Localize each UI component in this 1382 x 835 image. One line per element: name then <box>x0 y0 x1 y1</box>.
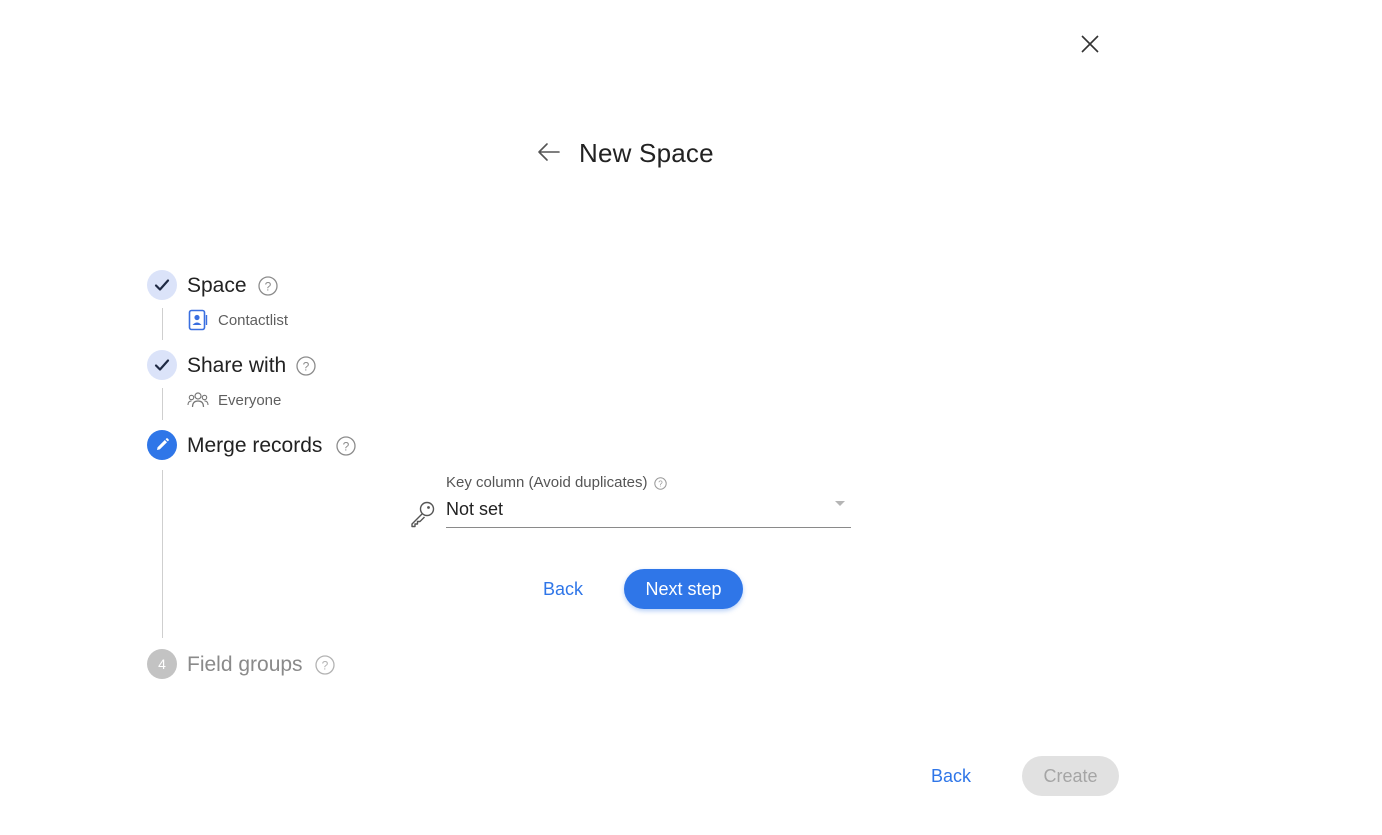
svg-text:?: ? <box>322 659 329 673</box>
step-3-help-icon[interactable]: ? <box>336 436 356 456</box>
key-icon <box>408 498 438 528</box>
step-1-done-indicator <box>147 270 177 300</box>
users-icon <box>187 390 209 410</box>
step-back-button[interactable]: Back <box>543 577 583 601</box>
svg-text:?: ? <box>303 360 310 374</box>
step-2-summary: Everyone <box>218 392 282 409</box>
page-title: New Space <box>579 138 714 168</box>
pencil-icon <box>157 438 169 450</box>
next-step-button[interactable]: Next step <box>624 569 743 609</box>
close-button[interactable] <box>1078 32 1102 56</box>
step-2-help-icon[interactable]: ? <box>296 356 316 376</box>
step-4-help-icon[interactable]: ? <box>315 655 335 675</box>
key-column-label-text: Key column (Avoid duplicates) <box>446 474 648 491</box>
svg-text:?: ? <box>343 440 350 454</box>
step-1-summary: Contactlist <box>218 312 289 329</box>
question-circle-icon: ? <box>336 436 356 456</box>
check-icon <box>154 279 170 291</box>
step-1-help-icon[interactable]: ? <box>258 276 278 296</box>
step-3-title[interactable]: Merge records <box>187 432 322 460</box>
step-4-title[interactable]: Field groups <box>187 651 303 679</box>
step-2-done-indicator <box>147 350 177 380</box>
question-circle-icon: ? <box>258 276 278 296</box>
question-circle-icon: ? <box>315 655 335 675</box>
svg-text:?: ? <box>265 280 272 294</box>
key-column-help-icon[interactable]: ? <box>653 476 667 490</box>
svg-text:?: ? <box>658 479 663 488</box>
step-connector <box>162 388 163 420</box>
key-column-label: Key column (Avoid duplicates) ? <box>446 474 667 492</box>
contact-card-icon <box>188 309 208 331</box>
close-icon <box>1081 35 1099 53</box>
key-column-select[interactable]: Not set <box>446 496 851 528</box>
step-3-active-indicator <box>147 430 177 460</box>
check-icon <box>154 359 170 371</box>
step-2-title[interactable]: Share with <box>187 352 286 380</box>
step-connector <box>162 308 163 340</box>
step-connector <box>162 470 163 638</box>
question-circle-icon: ? <box>296 356 316 376</box>
back-arrow-button[interactable] <box>536 139 562 165</box>
key-column-value: Not set <box>446 499 504 519</box>
arrow-left-icon <box>538 143 560 161</box>
chevron-down-icon <box>835 501 845 506</box>
create-button[interactable]: Create <box>1022 756 1119 796</box>
step-1-title[interactable]: Space <box>187 272 247 300</box>
step-4-indicator: 4 <box>147 649 177 679</box>
footer-back-button[interactable]: Back <box>931 764 971 788</box>
